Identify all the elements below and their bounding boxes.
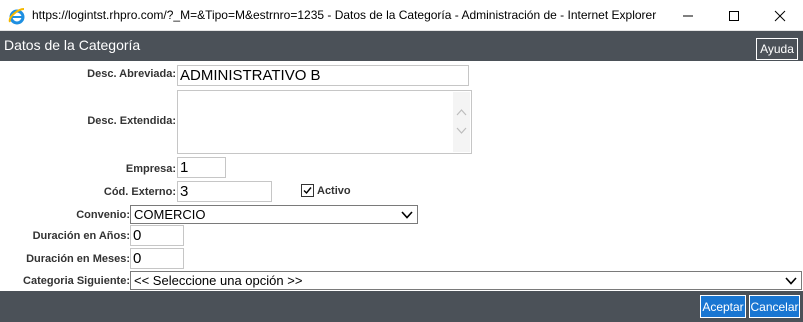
activo-field[interactable]: Activo [301,184,351,197]
accept-button[interactable]: Aceptar [700,295,746,318]
internet-explorer-icon [8,8,25,25]
chevron-down-icon [785,277,797,285]
scroll-down-icon [456,127,467,134]
cod-externo-label: Cód. Externo: [103,186,176,198]
duracion-meses-label: Duración en Meses: [26,253,130,265]
duracion-anios-input[interactable]: 0 [130,225,184,246]
convenio-value: COMERCIO [134,207,206,222]
cod-externo-input[interactable]: 3 [177,181,272,202]
convenio-select[interactable]: COMERCIO [130,205,418,224]
page-title: Datos de la Categoría [4,37,141,53]
categoria-siguiente-value: << Seleccione una opción >> [134,273,303,288]
maximize-icon [729,10,739,21]
page-footer: Aceptar Cancelar [0,291,803,322]
empresa-input[interactable]: 1 [177,157,226,178]
duracion-anios-label: Duración en Años: [32,230,130,242]
activo-label: Activo [317,184,351,197]
categoria-siguiente-select[interactable]: << Seleccione una opción >> [130,271,802,290]
window-title: https://logintst.rhpro.com/?_M=&Tipo=M&e… [32,8,657,22]
close-icon [774,10,786,21]
desc-abreviada-label: Desc. Abreviada: [87,68,176,80]
minimize-icon [683,15,693,16]
close-button[interactable] [757,0,803,31]
desc-extendida-textarea[interactable] [177,90,472,154]
desc-extendida-label: Desc. Extendida: [87,115,176,127]
checkmark-icon [303,187,312,195]
duracion-meses-input[interactable]: 0 [130,248,184,269]
categoria-siguiente-label: Categoria Siguiente: [23,275,130,287]
minimize-button[interactable] [665,0,711,31]
activo-checkbox[interactable] [301,184,314,197]
empresa-label: Empresa: [125,163,176,175]
window-titlebar: https://logintst.rhpro.com/?_M=&Tipo=M&e… [0,0,803,31]
chevron-down-icon [401,211,413,219]
textarea-scrollbar[interactable] [453,92,470,152]
cancel-button[interactable]: Cancelar [749,295,800,318]
help-button[interactable]: Ayuda [756,38,798,60]
page-header: Datos de la Categoría Ayuda [0,31,803,61]
convenio-label: Convenio: [76,209,130,221]
maximize-button[interactable] [711,0,757,31]
desc-abreviada-input[interactable]: ADMINISTRATIVO B [177,65,469,86]
scroll-up-icon [456,109,467,116]
